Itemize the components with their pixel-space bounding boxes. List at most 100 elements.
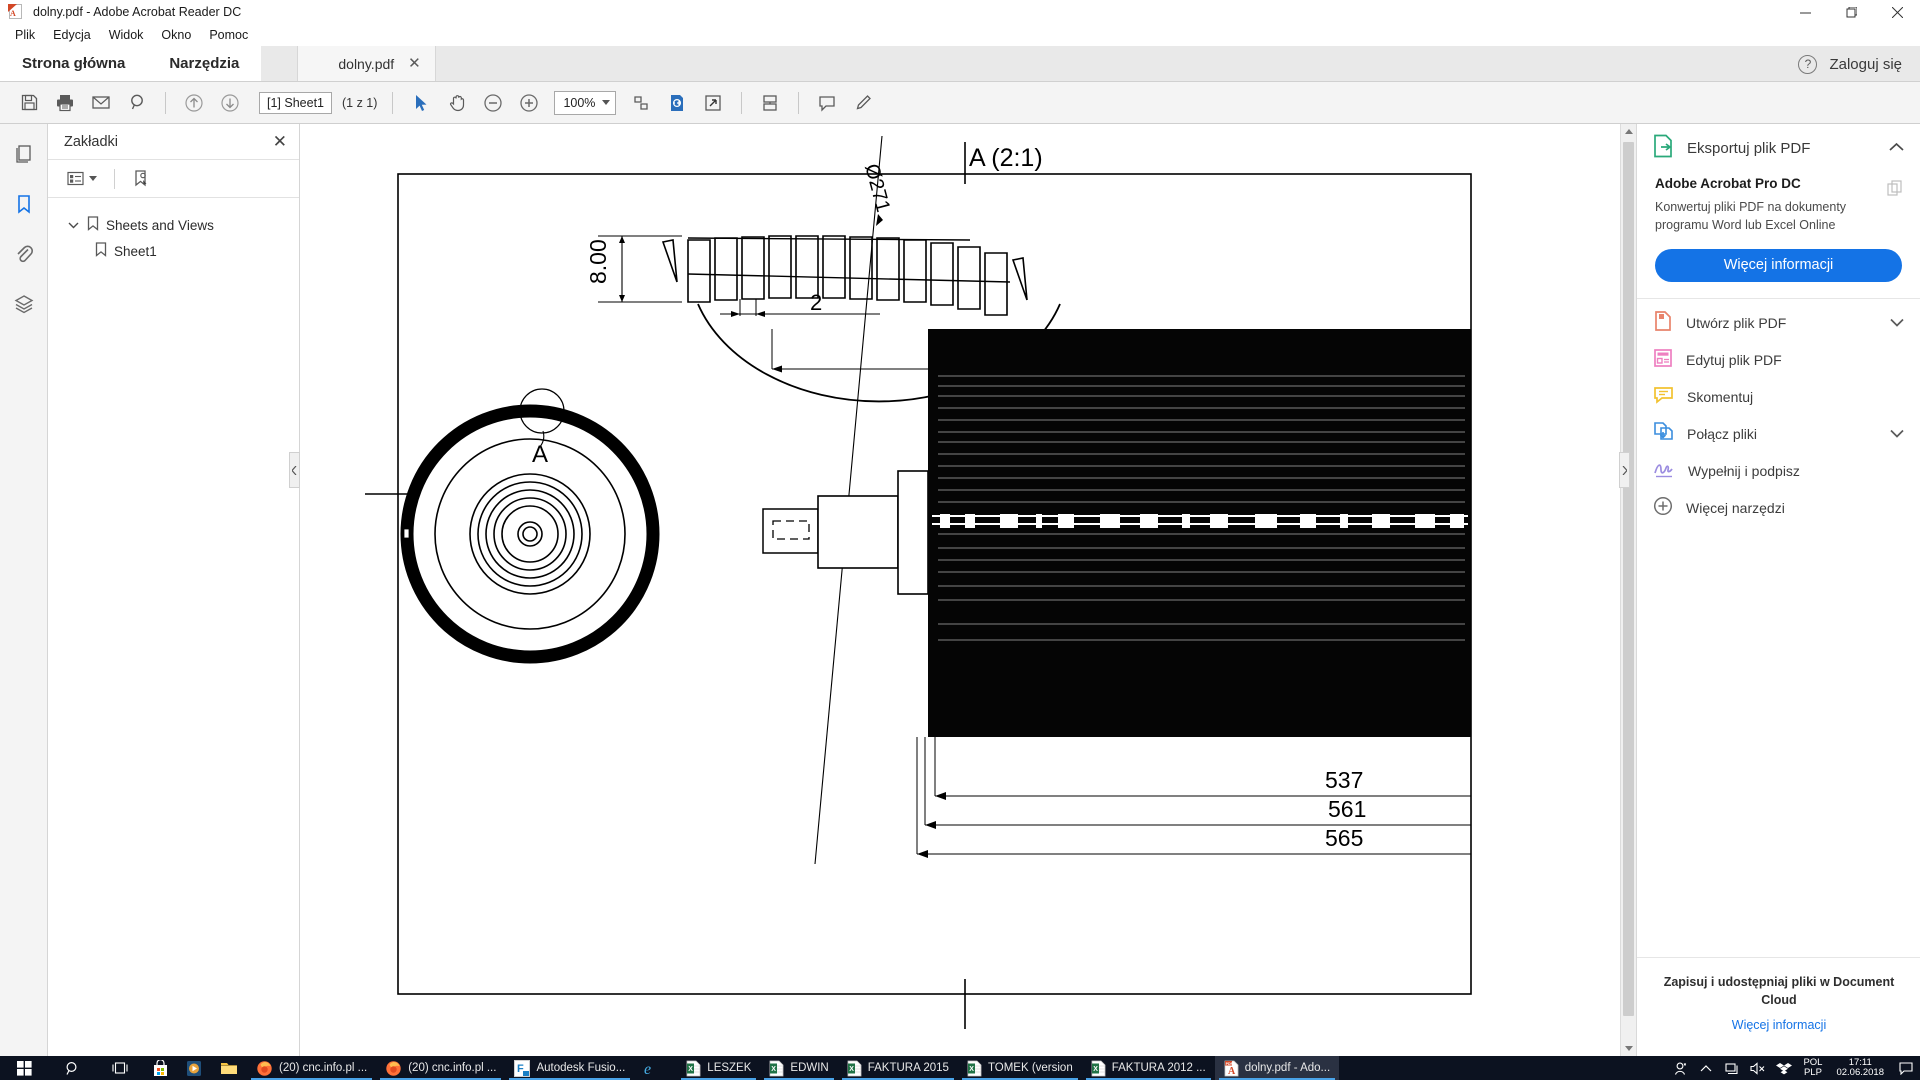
export-pdf-header[interactable]: Eksportuj plik PDF	[1637, 124, 1920, 172]
action-center-icon[interactable]	[1892, 1056, 1920, 1080]
pdf-icon: PDFA	[1224, 1060, 1239, 1077]
search-icon[interactable]	[48, 1056, 96, 1080]
tool-label: Edytuj plik PDF	[1686, 352, 1782, 368]
taskbar-autodesk-fusion[interactable]: F Autodesk Fusio...	[505, 1056, 634, 1080]
search-icon[interactable]	[120, 86, 154, 120]
scroll-up-arrow[interactable]	[1621, 124, 1636, 140]
chevron-down-icon[interactable]	[1890, 314, 1904, 332]
taskbar-excel-faktura-2012[interactable]: X FAKTURA 2012 ...	[1082, 1056, 1215, 1080]
taskbar-movies-tv[interactable]	[177, 1056, 211, 1080]
bookmark-item-sheets-and-views[interactable]: Sheets and Views	[48, 212, 299, 238]
comment-icon[interactable]	[810, 86, 844, 120]
taskbar-firefox-1[interactable]: (20) cnc.info.pl ...	[247, 1056, 376, 1080]
tool-create-pdf[interactable]: Utwórz plik PDF	[1637, 305, 1920, 342]
windows-taskbar: (20) cnc.info.pl ... (20) cnc.info.pl ..…	[0, 1056, 1920, 1080]
next-page-icon[interactable]	[213, 86, 247, 120]
close-icon[interactable]: ✕	[273, 133, 287, 150]
page-number-input[interactable]: [1] Sheet1	[259, 91, 332, 114]
chevron-down-icon[interactable]	[66, 221, 80, 229]
taskbar-app-label: LESZEK	[707, 1062, 752, 1074]
layers-icon[interactable]	[4, 286, 44, 322]
taskbar-internet-explorer[interactable]: e	[634, 1056, 677, 1080]
tool-fill-sign[interactable]: Wypełnij i podpisz	[1637, 453, 1920, 490]
svg-text:X: X	[849, 1066, 854, 1073]
divider	[114, 168, 115, 189]
task-view-icon[interactable]	[96, 1056, 144, 1080]
chevron-up-icon[interactable]	[1889, 139, 1904, 157]
zoom-level-select[interactable]: 100%	[554, 90, 617, 115]
highlight-pen-icon[interactable]	[846, 86, 880, 120]
scroll-mode-icon[interactable]	[753, 86, 787, 120]
menu-okno[interactable]: Okno	[152, 26, 200, 44]
save-icon[interactable]	[12, 86, 46, 120]
taskbar-excel-edwin[interactable]: X EDWIN	[760, 1056, 837, 1080]
attachments-icon[interactable]	[4, 236, 44, 272]
collapse-right-panel-handle[interactable]	[1619, 452, 1630, 488]
fullscreen-icon[interactable]	[696, 86, 730, 120]
document-viewport[interactable]: A (2:1) 8.00 2 Ø271 A 537 561 565	[300, 124, 1636, 1056]
tool-combine-files[interactable]: Połącz pliki	[1637, 416, 1920, 453]
scrollbar-thumb[interactable]	[1623, 142, 1634, 1016]
minimize-button[interactable]	[1782, 0, 1828, 24]
show-hidden-icons-icon[interactable]	[1693, 1056, 1719, 1080]
bookmark-options-icon[interactable]	[64, 168, 100, 189]
create-pdf-icon	[1653, 310, 1673, 337]
menu-widok[interactable]: Widok	[100, 26, 153, 44]
people-icon[interactable]	[1667, 1056, 1693, 1080]
select-cursor-icon[interactable]	[404, 86, 438, 120]
taskbar-microsoft-store[interactable]	[144, 1056, 177, 1080]
zoom-out-icon[interactable]	[476, 86, 510, 120]
toolbar-separator-2	[392, 91, 394, 114]
document-tab[interactable]: dolny.pdf ✕	[297, 46, 436, 81]
bookmark-item-sheet1[interactable]: Sheet1	[48, 238, 299, 264]
taskbar-excel-faktura-2015[interactable]: X FAKTURA 2015	[838, 1056, 958, 1080]
language-indicator[interactable]: POL PLP	[1797, 1057, 1828, 1079]
help-icon[interactable]: ?	[1798, 54, 1818, 74]
page-thumbnails-icon[interactable]	[4, 136, 44, 172]
menu-plik[interactable]: Plik	[6, 26, 44, 44]
detail-title: A (2:1)	[969, 144, 1043, 172]
maximize-button[interactable]	[1828, 0, 1874, 24]
collapse-left-panel-handle[interactable]	[289, 452, 300, 488]
fusion360-icon: F	[514, 1059, 531, 1077]
taskbar-file-explorer[interactable]	[211, 1056, 247, 1080]
tab-tools[interactable]: Narzędzia	[147, 46, 262, 81]
language-line-2: PLP	[1803, 1067, 1822, 1078]
menu-pomoc[interactable]: Pomoc	[200, 26, 257, 44]
more-info-button[interactable]: Więcej informacji	[1655, 248, 1902, 282]
close-icon[interactable]: ✕	[408, 56, 421, 71]
dropbox-icon[interactable]	[1771, 1056, 1797, 1080]
tab-home[interactable]: Strona główna	[0, 46, 148, 81]
copy-icon[interactable]	[1887, 180, 1904, 202]
tool-more-tools[interactable]: Więcej narzędzi	[1637, 490, 1920, 527]
fit-width-icon[interactable]	[660, 86, 694, 120]
document-vertical-scrollbar[interactable]	[1620, 124, 1636, 1056]
new-bookmark-icon[interactable]	[129, 166, 153, 191]
zoom-level-value: 100%	[563, 95, 596, 110]
previous-page-icon[interactable]	[177, 86, 211, 120]
email-icon[interactable]	[84, 86, 118, 120]
volume-muted-icon[interactable]	[1745, 1056, 1771, 1080]
toolbar-separator-3	[741, 91, 743, 114]
taskbar-excel-leszek[interactable]: X LESZEK	[677, 1056, 760, 1080]
tool-edit-pdf[interactable]: Edytuj plik PDF	[1637, 342, 1920, 379]
scroll-down-arrow[interactable]	[1621, 1040, 1636, 1056]
taskbar-firefox-2[interactable]: (20) cnc.info.pl ...	[376, 1056, 505, 1080]
network-icon[interactable]	[1719, 1056, 1745, 1080]
close-button[interactable]	[1874, 0, 1920, 24]
menu-edycja[interactable]: Edycja	[44, 26, 100, 44]
clock[interactable]: 17:11 02.06.2018	[1828, 1057, 1892, 1079]
zoom-in-icon[interactable]	[512, 86, 546, 120]
microsoft-store-icon	[154, 1059, 167, 1076]
taskbar-excel-tomek[interactable]: X TOMEK (version	[958, 1056, 1082, 1080]
windows-start-icon[interactable]	[0, 1056, 48, 1080]
bookmarks-icon[interactable]	[4, 186, 44, 222]
tool-comment[interactable]: Skomentuj	[1637, 379, 1920, 416]
hand-tool-icon[interactable]	[440, 86, 474, 120]
print-icon[interactable]	[48, 86, 82, 120]
chevron-down-icon[interactable]	[1890, 425, 1904, 443]
footer-link[interactable]: Więcej informacji	[1732, 1018, 1826, 1032]
fit-page-icon[interactable]	[624, 86, 658, 120]
sign-in-button[interactable]: Zaloguj się	[1829, 56, 1902, 73]
taskbar-acrobat-dolny-pdf[interactable]: PDF A dolny.pdf - Ado...	[1214, 1056, 1340, 1080]
